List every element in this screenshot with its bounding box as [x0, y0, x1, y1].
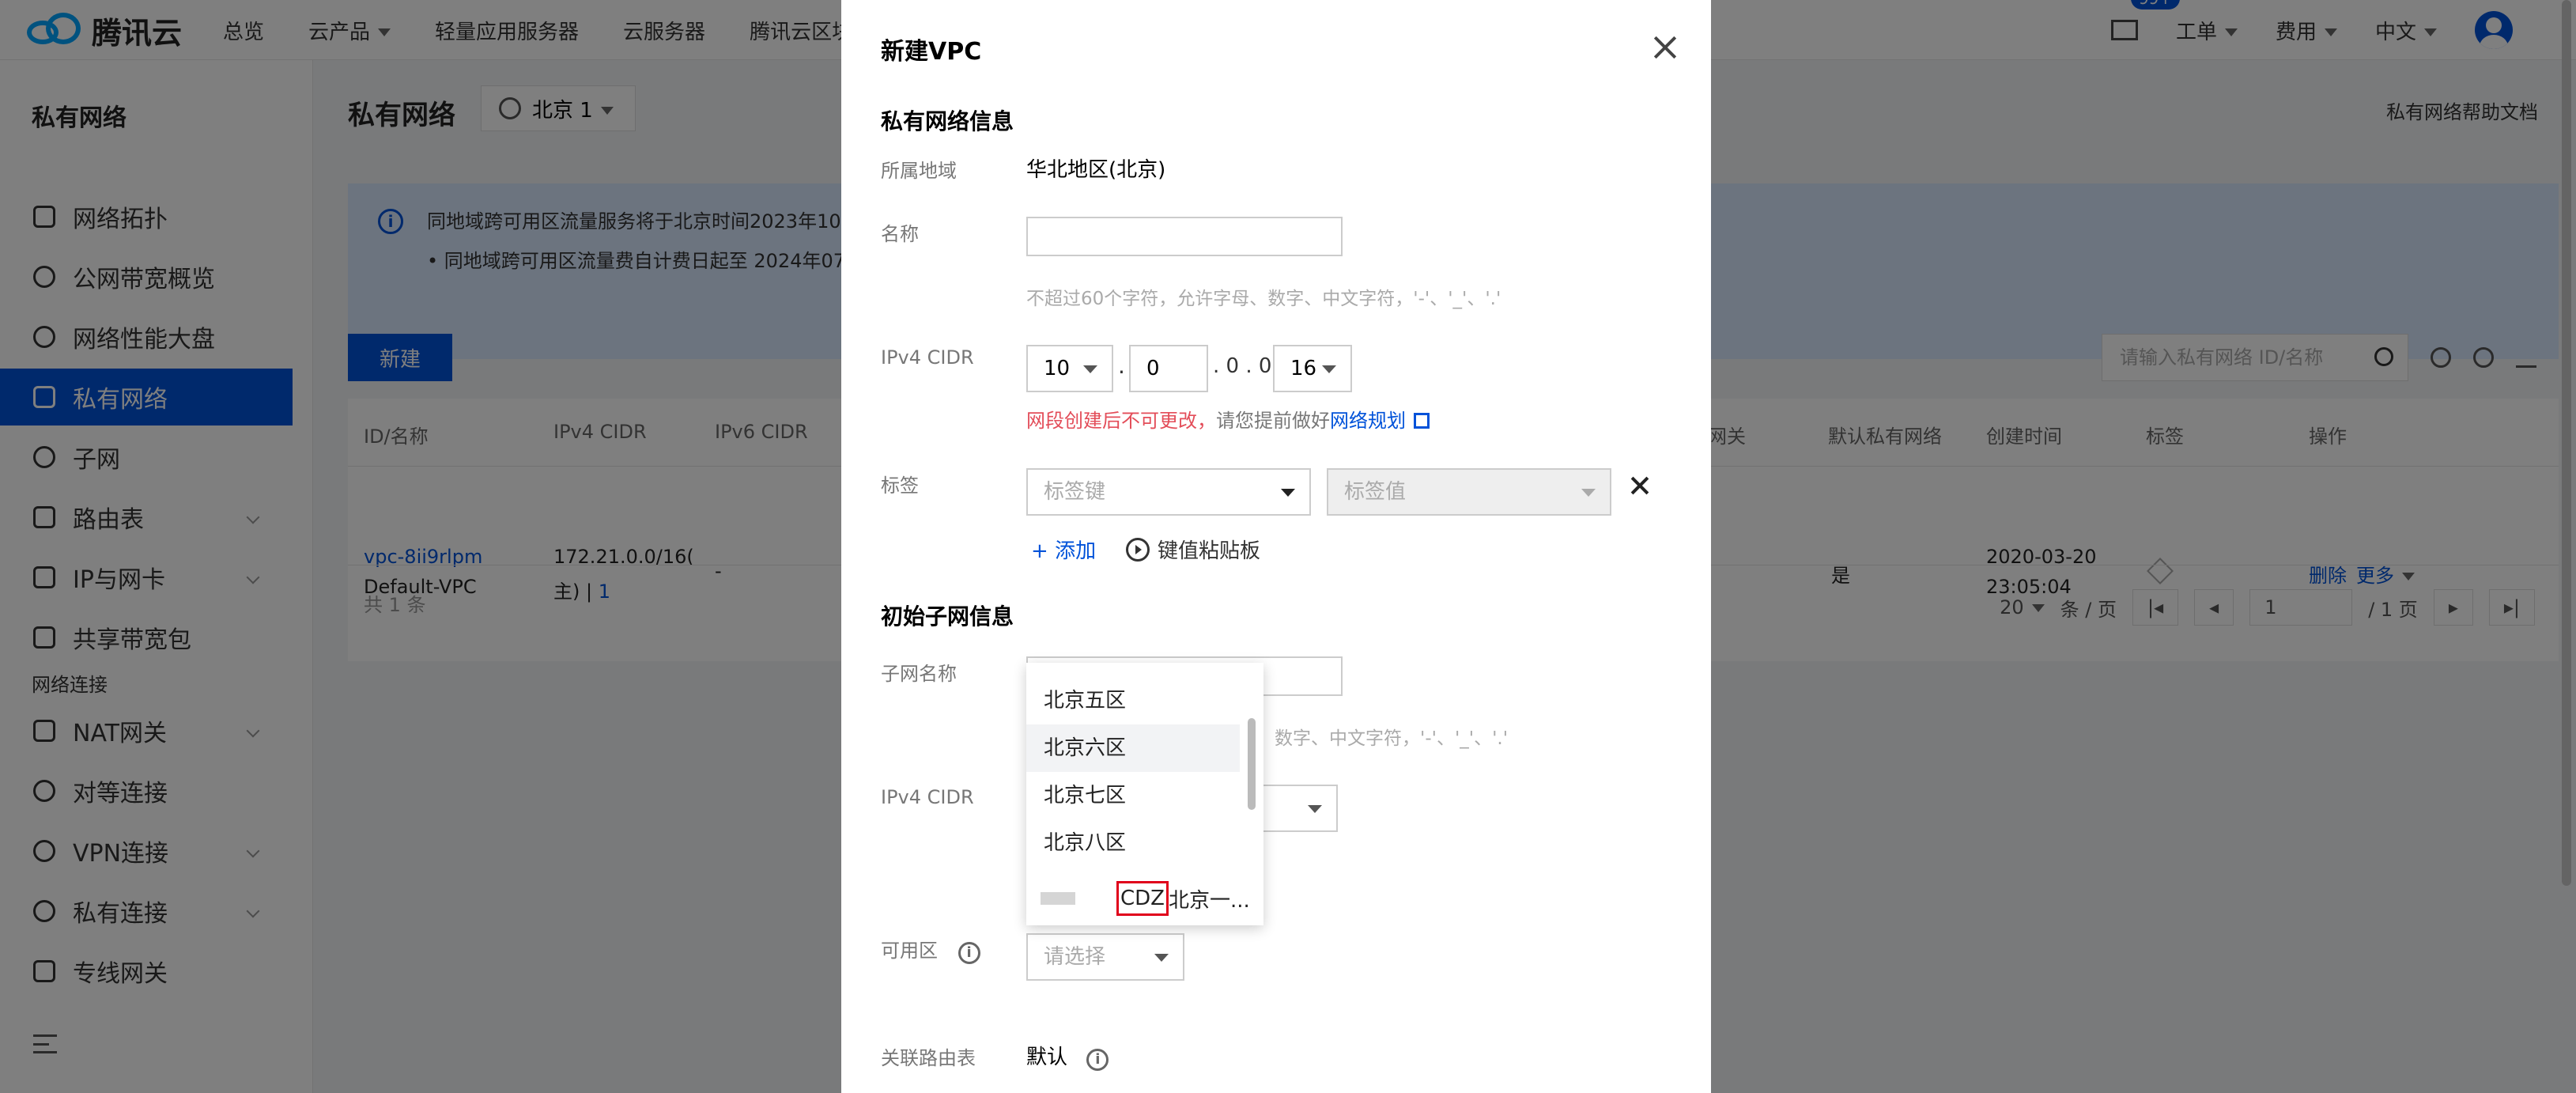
subnet-name-hint: 数字、中文字符，'-'、'_'、'.' [1275, 728, 1509, 749]
vpc-name-input[interactable] [1026, 217, 1343, 256]
zone-option-beijing-7[interactable]: 北京七区 [1026, 772, 1240, 819]
cidr-first-octet-select[interactable]: 10 [1026, 345, 1113, 392]
zone-select[interactable]: 请选择 [1026, 933, 1184, 981]
chevron-down-icon [1154, 954, 1169, 962]
info-icon[interactable]: i [958, 942, 980, 964]
cidr-dot: . [1118, 353, 1125, 379]
tag-value-placeholder: 标签值 [1344, 480, 1407, 504]
route-table-value-text: 默认 [1026, 1046, 1068, 1069]
region-value: 华北地区(北京) [1026, 158, 1166, 182]
clipboard-button[interactable]: 键值粘贴板 [1126, 535, 1260, 564]
add-tag-button[interactable]: + 添加 [1031, 535, 1096, 564]
subnet-cidr-label: IPv4 CIDR [881, 786, 974, 808]
region-label: 所属地域 [881, 160, 957, 182]
zone-placeholder: 请选择 [1044, 945, 1106, 969]
tag-key-placeholder: 标签键 [1044, 480, 1106, 504]
cidr-warning-gray: 请您提前做好 [1216, 410, 1330, 432]
add-tag-label: 添加 [1055, 539, 1097, 563]
zone-label: 可用区 i [881, 935, 980, 964]
subnet-name-label: 子网名称 [881, 663, 957, 685]
cidr-first-octet-value: 10 [1044, 357, 1071, 380]
tag-label: 标签 [881, 475, 919, 497]
route-table-label: 关联路由表 [881, 1047, 976, 1069]
dialog-title: 新建VPC [881, 38, 982, 66]
zone-dropdown-menu: 北京五区 北京六区 北京七区 北京八区 CDZ 北京一... [1026, 663, 1263, 925]
chevron-down-icon [1083, 365, 1097, 373]
cdz-option-label: 北京一... [1169, 888, 1250, 913]
cidr-mask-value: 16 [1290, 357, 1317, 380]
name-label: 名称 [881, 223, 919, 245]
close-icon[interactable] [1651, 33, 1679, 62]
external-link-icon[interactable] [1414, 413, 1430, 429]
tag-value-select: 标签值 [1327, 468, 1611, 516]
network-planning-link[interactable]: 网络规划 [1330, 410, 1406, 432]
chevron-down-icon [1581, 489, 1596, 497]
section-vpc-info: 私有网络信息 [881, 108, 1014, 134]
zone-option-beijing-8[interactable]: 北京八区 [1026, 819, 1240, 867]
cidr-second-octet-input[interactable]: 0 [1129, 345, 1208, 392]
section-subnet-info: 初始子网信息 [881, 603, 1014, 630]
cidr-mask-select[interactable]: 16 [1273, 345, 1352, 392]
zone-option-beijing-6[interactable]: 北京六区 [1026, 724, 1240, 772]
info-icon[interactable]: i [1086, 1049, 1109, 1071]
zone-option-beijing-5[interactable]: 北京五区 [1026, 677, 1240, 724]
chevron-down-icon [1281, 489, 1295, 497]
cdz-highlight: CDZ [1116, 881, 1169, 916]
route-table-value: 默认 i [1026, 1041, 1109, 1071]
name-hint: 不超过60个字符，允许字母、数字、中文字符，'-'、'_'、'.' [1026, 289, 1501, 309]
play-circle-icon [1126, 537, 1150, 562]
zone-option-cdz-beijing[interactable]: CDZ 北京一... [1041, 875, 1250, 922]
clipboard-label: 键值粘贴板 [1158, 539, 1261, 563]
zone-label-text: 可用区 [881, 940, 938, 962]
cidr-warning-red: 网段创建后不可更改， [1026, 410, 1216, 432]
cidr-warning: 网段创建后不可更改，请您提前做好网络规划 [1026, 405, 1430, 433]
dropdown-scrollbar[interactable] [1248, 718, 1256, 810]
remove-tag-icon[interactable] [1629, 475, 1651, 497]
chevron-down-icon [1308, 805, 1322, 813]
chevron-down-icon [1322, 365, 1336, 373]
redacted-text [1041, 892, 1075, 905]
new-vpc-dialog: 新建VPC 私有网络信息 所属地域 华北地区(北京) 名称 不超过60个字符，允… [841, 0, 1711, 1093]
tag-key-select[interactable]: 标签键 [1026, 468, 1311, 516]
cidr-label: IPv4 CIDR [881, 346, 974, 369]
